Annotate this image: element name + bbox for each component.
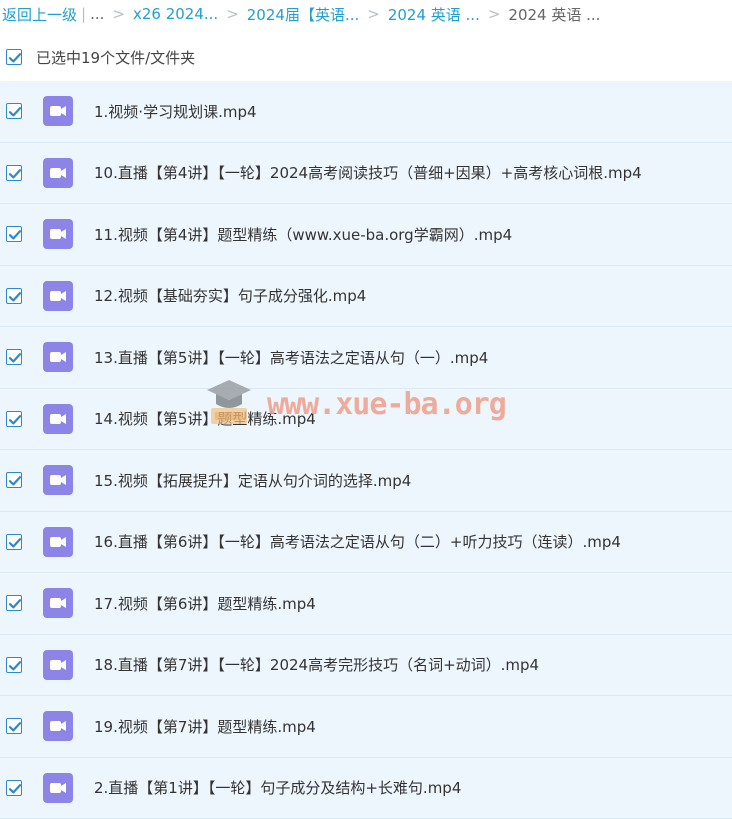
video-file-icon [43, 527, 73, 557]
breadcrumb-item[interactable]: x26 2024... [133, 5, 218, 23]
video-file-icon [43, 588, 73, 618]
file-name[interactable]: 2.直播【第1讲】【一轮】句子成分及结构+长难句.mp4 [94, 777, 461, 798]
breadcrumb-current: 2024 英语 ... [508, 4, 600, 25]
file-name[interactable]: 1.视频·学习规划课.mp4 [94, 101, 257, 122]
video-file-icon [43, 711, 73, 741]
checkmark-icon [7, 350, 23, 366]
file-row[interactable]: 16.直播【第6讲】【一轮】高考语法之定语从句（二）+听力技巧（连读）.mp4 [0, 512, 732, 574]
video-file-icon [43, 158, 73, 188]
chevron-right-icon: > [226, 5, 239, 23]
file-checkbox[interactable] [6, 595, 22, 611]
select-all-checkbox[interactable] [6, 49, 22, 65]
file-row[interactable]: 18.直播【第7讲】【一轮】2024高考完形技巧（名词+动词）.mp4 [0, 635, 732, 697]
file-name[interactable]: 11.视频【第4讲】题型精练（www.xue-ba.org学霸网）.mp4 [94, 224, 512, 245]
checkmark-icon [7, 473, 23, 489]
breadcrumb: 返回上一级 | ... > x26 2024... > 2024届【英语... … [0, 0, 732, 28]
checkmark-icon [7, 289, 23, 305]
file-row[interactable]: 10.直播【第4讲】【一轮】2024高考阅读技巧（普细+因果）+高考核心词根.m… [0, 143, 732, 205]
breadcrumb-separator: | [81, 5, 86, 23]
chevron-right-icon: > [367, 5, 380, 23]
file-row[interactable]: 14.视频【第5讲】题型精练.mp4 [0, 389, 732, 451]
file-checkbox[interactable] [6, 288, 22, 304]
video-file-icon [43, 650, 73, 680]
file-checkbox[interactable] [6, 411, 22, 427]
file-row[interactable]: 2.直播【第1讲】【一轮】句子成分及结构+长难句.mp4 [0, 758, 732, 819]
video-file-icon [43, 342, 73, 372]
file-checkbox[interactable] [6, 657, 22, 673]
file-checkbox[interactable] [6, 780, 22, 796]
file-checkbox[interactable] [6, 349, 22, 365]
file-row[interactable]: 12.视频【基础夯实】句子成分强化.mp4 [0, 266, 732, 328]
video-file-icon [43, 465, 73, 495]
file-name[interactable]: 17.视频【第6讲】题型精练.mp4 [94, 593, 316, 614]
video-file-icon [43, 281, 73, 311]
file-name[interactable]: 16.直播【第6讲】【一轮】高考语法之定语从句（二）+听力技巧（连读）.mp4 [94, 531, 621, 552]
checkmark-icon [7, 535, 23, 551]
chevron-right-icon: > [112, 5, 125, 23]
breadcrumb-item[interactable]: 2024届【英语... [247, 4, 359, 25]
checkmark-icon [7, 658, 23, 674]
file-name[interactable]: 14.视频【第5讲】题型精练.mp4 [94, 408, 316, 429]
video-file-icon [43, 404, 73, 434]
file-row[interactable]: 17.视频【第6讲】题型精练.mp4 [0, 573, 732, 635]
checkmark-icon [7, 781, 23, 797]
checkmark-icon [7, 596, 23, 612]
chevron-right-icon: > [488, 5, 501, 23]
file-name[interactable]: 18.直播【第7讲】【一轮】2024高考完形技巧（名词+动词）.mp4 [94, 654, 539, 675]
file-checkbox[interactable] [6, 165, 22, 181]
checkmark-icon [7, 719, 23, 735]
file-row[interactable]: 19.视频【第7讲】题型精练.mp4 [0, 696, 732, 758]
video-file-icon [43, 219, 73, 249]
file-name[interactable]: 19.视频【第7讲】题型精练.mp4 [94, 716, 316, 737]
file-name[interactable]: 12.视频【基础夯实】句子成分强化.mp4 [94, 285, 366, 306]
file-row[interactable]: 13.直播【第5讲】【一轮】高考语法之定语从句（一）.mp4 [0, 327, 732, 389]
file-name[interactable]: 13.直播【第5讲】【一轮】高考语法之定语从句（一）.mp4 [94, 347, 488, 368]
checkmark-icon [7, 166, 23, 182]
file-checkbox[interactable] [6, 103, 22, 119]
breadcrumb-item[interactable]: 2024 英语 ... [388, 4, 480, 25]
file-list: 1.视频·学习规划课.mp4 10.直播【第4讲】【一轮】2024高考阅读技巧（普… [0, 81, 732, 819]
file-checkbox[interactable] [6, 718, 22, 734]
file-row[interactable]: 1.视频·学习规划课.mp4 [0, 81, 732, 143]
file-checkbox[interactable] [6, 226, 22, 242]
checkmark-icon [7, 227, 23, 243]
file-name[interactable]: 10.直播【第4讲】【一轮】2024高考阅读技巧（普细+因果）+高考核心词根.m… [94, 162, 642, 183]
selection-count-label: 已选中19个文件/文件夹 [36, 47, 195, 68]
file-checkbox[interactable] [6, 472, 22, 488]
back-link[interactable]: 返回上一级 [2, 4, 77, 25]
select-all-bar: 已选中19个文件/文件夹 [0, 40, 732, 74]
file-row[interactable]: 15.视频【拓展提升】定语从句介词的选择.mp4 [0, 450, 732, 512]
file-row[interactable]: 11.视频【第4讲】题型精练（www.xue-ba.org学霸网）.mp4 [0, 204, 732, 266]
video-file-icon [43, 773, 73, 803]
file-name[interactable]: 15.视频【拓展提升】定语从句介词的选择.mp4 [94, 470, 411, 491]
checkmark-icon [7, 104, 23, 120]
checkmark-icon [7, 50, 23, 66]
checkmark-icon [7, 412, 23, 428]
breadcrumb-ellipsis: ... [90, 5, 104, 23]
file-checkbox[interactable] [6, 534, 22, 550]
video-file-icon [43, 96, 73, 126]
